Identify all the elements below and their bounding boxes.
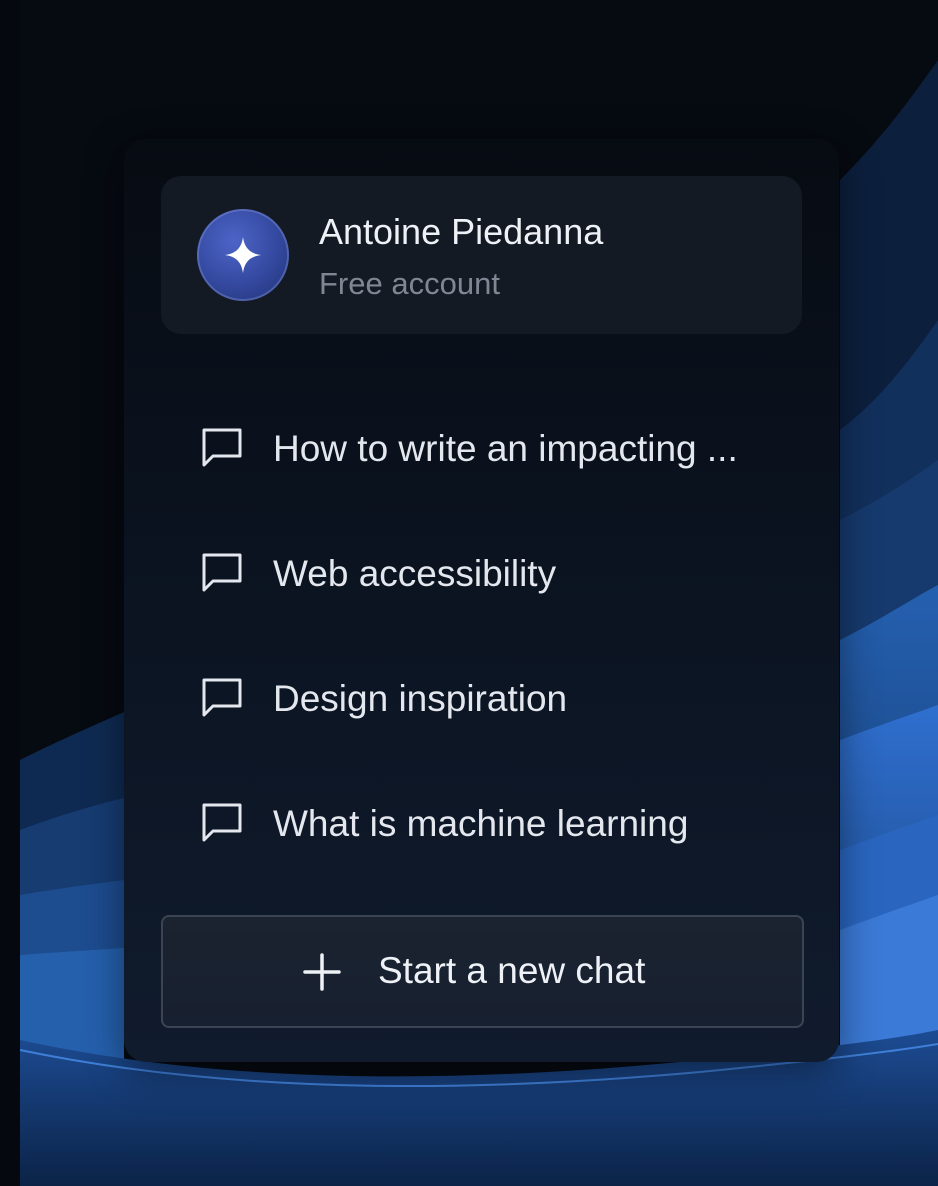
left-edge [0, 0, 20, 1186]
start-new-chat-button[interactable]: Start a new chat [161, 915, 804, 1028]
chat-title: Web accessibility [273, 553, 557, 594]
chat-history-item[interactable]: How to write an impacting ... [200, 413, 810, 483]
chat-title: What is machine learning [273, 803, 689, 844]
user-name: Antoine Piedanna [319, 211, 604, 252]
sparkle-icon [225, 237, 261, 273]
profile-card[interactable]: Antoine Piedanna Free account [161, 176, 802, 334]
chat-title: How to write an impacting ... [273, 428, 738, 469]
avatar [197, 209, 289, 301]
chat-history-item[interactable]: Web accessibility [200, 538, 810, 608]
chat-bubble-icon [202, 428, 242, 467]
chat-bubble-icon [202, 553, 242, 592]
start-new-chat-label: Start a new chat [378, 950, 646, 991]
account-type-label: Free account [319, 266, 500, 301]
chat-bubble-icon [202, 803, 242, 842]
chat-sidebar-panel: Antoine Piedanna Free account How to wri… [124, 139, 839, 1062]
chat-history-item[interactable]: Design inspiration [200, 663, 810, 733]
chat-title: Design inspiration [273, 678, 568, 719]
chat-history-item[interactable]: What is machine learning [200, 788, 810, 858]
plus-icon [303, 953, 341, 991]
chat-bubble-icon [202, 678, 242, 717]
